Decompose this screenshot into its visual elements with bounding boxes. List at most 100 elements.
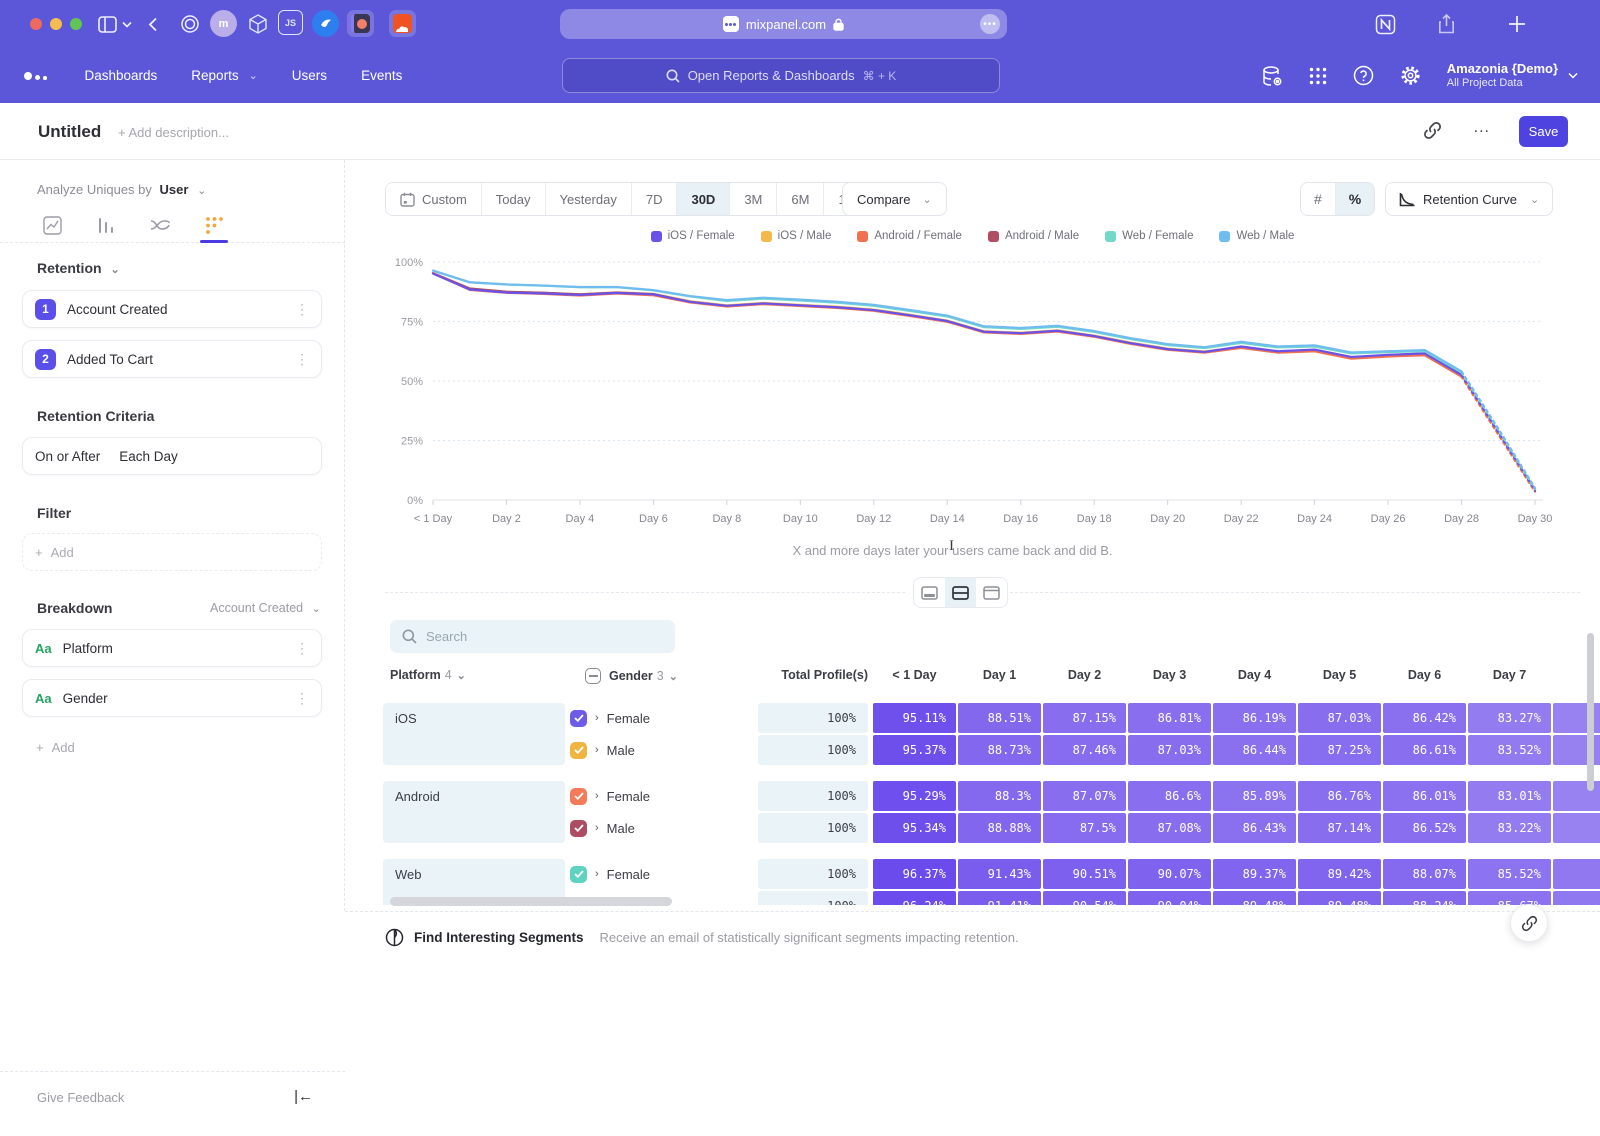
date-range-7d[interactable]: 7D — [632, 183, 678, 215]
retention-value-cell[interactable]: 87.15% — [1043, 703, 1126, 733]
retention-value-cell[interactable]: 96.37% — [873, 859, 956, 889]
layout-chart-only-button[interactable] — [914, 578, 945, 607]
expand-chevron-icon[interactable]: › — [595, 790, 599, 802]
date-range-6m[interactable]: 6M — [777, 183, 824, 215]
retention-chart[interactable]: 0%25%50%75%100%< 1 DayDay 2Day 4Day 6Day… — [375, 248, 1570, 538]
retention-value-cell[interactable]: 83.52% — [1468, 735, 1551, 765]
tab-retention[interactable] — [199, 208, 229, 242]
table-row[interactable]: ›Male — [570, 813, 635, 843]
window-zoom-button[interactable] — [70, 18, 82, 30]
mixpanel-logo[interactable] — [24, 72, 47, 80]
tab-bar-chart[interactable] — [91, 208, 121, 242]
expand-chevron-icon[interactable]: › — [595, 744, 599, 756]
save-button[interactable]: Save — [1519, 116, 1568, 147]
layout-split-button[interactable] — [945, 578, 976, 607]
horizontal-scrollbar[interactable] — [390, 897, 672, 906]
retention-value-cell[interactable]: 90.04% — [1128, 891, 1211, 905]
add-breakdown-button[interactable]: + Add — [36, 740, 75, 755]
table-row[interactable]: ›Female — [570, 781, 650, 811]
series-line[interactable] — [433, 273, 1462, 376]
notion-extension-icon[interactable] — [1375, 12, 1396, 36]
legend-item[interactable]: Web / Female — [1105, 230, 1193, 242]
row-checkbox[interactable] — [570, 820, 587, 837]
legend-item[interactable]: iOS / Female — [651, 230, 735, 242]
retention-value-cell[interactable]: 83.01% — [1468, 781, 1551, 811]
retention-value-cell[interactable]: 87.5% — [1043, 813, 1126, 843]
add-filter-button[interactable]: + Add — [22, 533, 322, 571]
window-minimize-button[interactable] — [50, 18, 62, 30]
select-all-checkbox[interactable] — [585, 668, 601, 684]
give-feedback-link[interactable]: Give Feedback — [37, 1090, 124, 1105]
retention-value-cell[interactable]: 86.19% — [1213, 703, 1296, 733]
retention-value-cell[interactable] — [1553, 859, 1600, 889]
retention-value-cell[interactable] — [1553, 813, 1600, 843]
new-tab-icon[interactable] — [1508, 12, 1526, 36]
retention-value-cell[interactable]: 95.11% — [873, 703, 956, 733]
retention-value-cell[interactable]: 89.48% — [1298, 891, 1381, 905]
retention-value-cell[interactable]: 86.76% — [1298, 781, 1381, 811]
retention-value-cell[interactable]: 89.48% — [1213, 891, 1296, 905]
retention-value-cell[interactable]: 88.24% — [1383, 891, 1466, 905]
retention-value-cell[interactable]: 87.25% — [1298, 735, 1381, 765]
share-icon[interactable] — [1438, 12, 1455, 36]
retention-value-cell[interactable] — [1553, 891, 1600, 905]
retention-step-2[interactable]: 2 Added To Cart ⋮ — [22, 340, 322, 378]
window-close-button[interactable] — [30, 18, 42, 30]
table-search-input[interactable]: Search — [390, 620, 675, 653]
nav-item-users[interactable]: Users — [292, 68, 327, 83]
expand-chevron-icon[interactable]: › — [595, 822, 599, 834]
retention-value-cell[interactable]: 86.52% — [1383, 813, 1466, 843]
url-bar[interactable]: mixpanel.com ••• — [560, 9, 1007, 39]
date-range-today[interactable]: Today — [482, 183, 546, 215]
add-description-button[interactable]: + Add description... — [118, 125, 229, 140]
retention-value-cell[interactable]: 85.89% — [1213, 781, 1296, 811]
retention-value-cell[interactable]: 87.03% — [1298, 703, 1381, 733]
series-line[interactable] — [433, 273, 1462, 376]
extension-icon[interactable] — [347, 10, 374, 37]
retention-value-cell[interactable]: 95.37% — [873, 735, 956, 765]
row-checkbox[interactable] — [570, 710, 587, 727]
step-event-name[interactable]: Account Created — [67, 302, 284, 317]
nav-item-events[interactable]: Events — [361, 68, 402, 83]
retention-value-cell[interactable]: 83.22% — [1468, 813, 1551, 843]
step-event-name[interactable]: Added To Cart — [67, 352, 284, 367]
kebab-menu-icon[interactable]: ⋮ — [295, 301, 309, 318]
legend-item[interactable]: iOS / Male — [761, 230, 832, 242]
retention-value-cell[interactable]: 83.27% — [1468, 703, 1551, 733]
compare-button[interactable]: Compare⌄ — [842, 182, 947, 216]
table-row[interactable]: ›Female — [570, 859, 650, 889]
retention-value-cell[interactable]: 85.52% — [1468, 859, 1551, 889]
collapse-sidebar-icon[interactable]: |← — [294, 1088, 313, 1105]
retention-value-cell[interactable]: 87.08% — [1128, 813, 1211, 843]
row-checkbox[interactable] — [570, 742, 587, 759]
absolute-numbers-toggle[interactable]: # — [1301, 183, 1336, 215]
row-checkbox[interactable] — [570, 866, 587, 883]
kebab-menu-icon[interactable]: ⋮ — [295, 690, 309, 707]
breakdown-event-selector[interactable]: Account Created ⌄ — [210, 601, 321, 615]
retention-value-cell[interactable]: 88.88% — [958, 813, 1041, 843]
retention-value-cell[interactable]: 88.51% — [958, 703, 1041, 733]
retention-value-cell[interactable]: 90.07% — [1128, 859, 1211, 889]
nav-item-reports[interactable]: Reports⌄ — [191, 68, 258, 83]
kebab-menu-icon[interactable]: ⋮ — [295, 351, 309, 368]
gender-column-header[interactable]: Gender3⌄ — [585, 668, 678, 684]
extension-icon[interactable] — [244, 10, 271, 37]
legend-item[interactable]: Android / Female — [857, 230, 962, 242]
retention-value-cell[interactable]: 89.37% — [1213, 859, 1296, 889]
tab-flows[interactable] — [145, 208, 175, 242]
report-title[interactable]: Untitled — [38, 122, 101, 142]
retention-value-cell[interactable]: 91.43% — [958, 859, 1041, 889]
breakdown-property[interactable]: Gender — [63, 691, 284, 706]
retention-value-cell[interactable]: 86.42% — [1383, 703, 1466, 733]
breakdown-property[interactable]: Platform — [63, 641, 284, 656]
retention-value-cell[interactable]: 86.61% — [1383, 735, 1466, 765]
vertical-scrollbar[interactable] — [1587, 633, 1594, 791]
table-row[interactable]: ›Male — [570, 735, 635, 765]
retention-value-cell[interactable]: 87.46% — [1043, 735, 1126, 765]
retention-value-cell[interactable]: 88.3% — [958, 781, 1041, 811]
settings-gear-icon[interactable] — [1400, 65, 1421, 86]
retention-value-cell[interactable]: 90.54% — [1043, 891, 1126, 905]
analyze-uniques-selector[interactable]: Analyze Uniques by User ⌄ — [37, 182, 206, 197]
legend-item[interactable]: Android / Male — [988, 230, 1079, 242]
retention-value-cell[interactable]: 86.43% — [1213, 813, 1296, 843]
